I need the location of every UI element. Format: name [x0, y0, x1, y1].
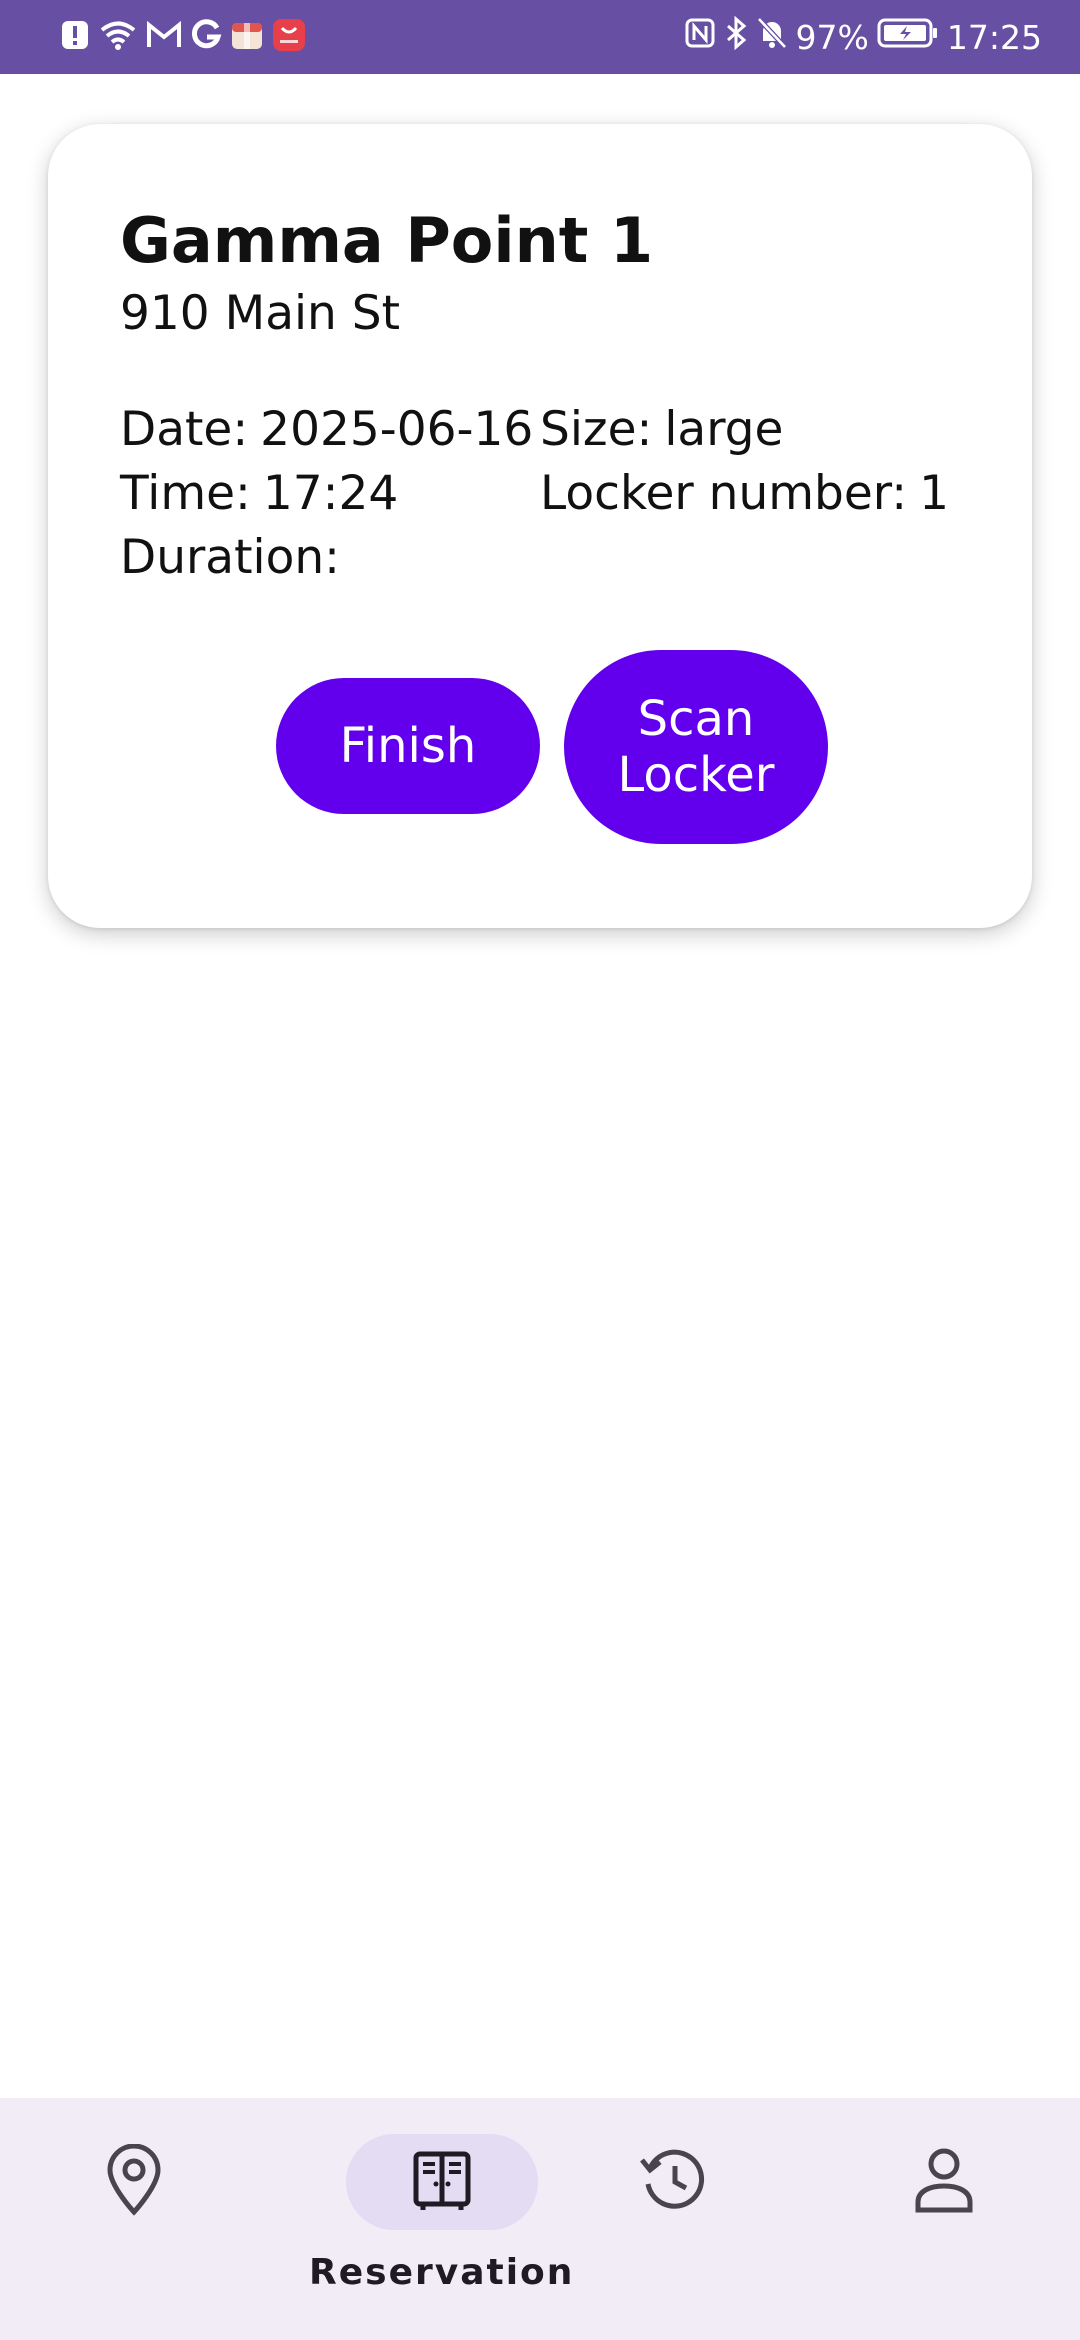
- duration-row: Duration:: [120, 530, 533, 586]
- profile-icon: [912, 2144, 976, 2220]
- battery-percent: 97%: [795, 17, 869, 57]
- nav-map-pill: [38, 2134, 230, 2230]
- time-value: 17:24: [262, 466, 399, 521]
- info-left-column: Date: 2025-06-16 Time: 17:24 Duration:: [120, 402, 533, 586]
- nav-item-map[interactable]: [38, 2134, 230, 2230]
- locker-icon: [410, 2148, 474, 2216]
- scan-locker-label-line1: Scan: [637, 691, 755, 747]
- status-time: 17:25: [946, 17, 1042, 57]
- size-value: large: [664, 402, 784, 457]
- date-label: Date:: [120, 402, 249, 457]
- duration-label: Duration:: [120, 530, 340, 585]
- reservation-card: Gamma Point 1 910 Main St Date: 2025-06-…: [48, 124, 1032, 928]
- nav-item-reservation[interactable]: Reservation: [309, 2134, 574, 2293]
- huawei-store-icon: [272, 18, 306, 56]
- locker-number-label: Locker number:: [540, 466, 908, 521]
- time-label: Time:: [120, 466, 251, 521]
- time-row: Time: 17:24: [120, 466, 533, 522]
- nav-reservation-pill: [345, 2134, 538, 2230]
- status-right-icons: 97% 17:25: [684, 15, 1042, 58]
- nfc-icon: [684, 17, 716, 57]
- date-row: Date: 2025-06-16: [120, 402, 533, 458]
- location-title: Gamma Point 1: [120, 204, 654, 277]
- location-address: 910 Main St: [120, 286, 401, 341]
- scan-locker-button[interactable]: Scan Locker: [564, 650, 828, 844]
- scan-locker-label-line2: Locker: [617, 747, 775, 803]
- date-value: 2025-06-16: [260, 402, 534, 457]
- status-left-icons: [60, 16, 306, 58]
- mute-bell-icon: [756, 16, 788, 58]
- nav-history-pill: [578, 2134, 770, 2230]
- history-icon: [638, 2144, 710, 2220]
- nav-profile-pill: [848, 2134, 1040, 2230]
- status-bar: 97% 17:25: [0, 0, 1080, 74]
- location-pin-icon: [102, 2143, 166, 2220]
- finish-button[interactable]: Finish: [276, 678, 540, 814]
- package-app-icon: [230, 19, 264, 55]
- nav-item-profile[interactable]: [848, 2134, 1040, 2230]
- size-label: Size:: [540, 402, 653, 457]
- info-right-column: Size: large Locker number: 1: [540, 402, 949, 522]
- nav-item-history[interactable]: [578, 2134, 770, 2230]
- battery-charging-icon: [877, 17, 939, 57]
- app-screen: 97% 17:25 Gamma Point 1 910 Main St Date…: [0, 0, 1080, 2340]
- google-icon: [190, 19, 222, 55]
- gmail-icon: [146, 20, 182, 54]
- wifi-icon: [98, 19, 138, 55]
- alert-notification-icon: [60, 19, 90, 55]
- nav-reservation-label: Reservation: [309, 2252, 575, 2293]
- size-row: Size: large: [540, 402, 949, 458]
- locker-number-row: Locker number: 1: [540, 466, 949, 522]
- locker-number-value: 1: [919, 466, 950, 521]
- bluetooth-icon: [724, 15, 748, 58]
- bottom-navigation-bar: Reservation: [0, 2098, 1080, 2340]
